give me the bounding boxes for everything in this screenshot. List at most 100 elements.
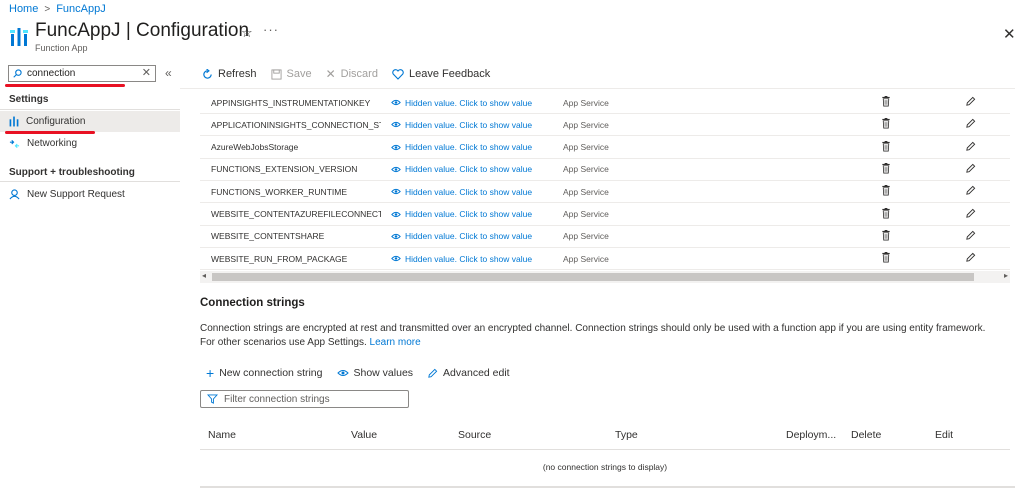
more-options-icon[interactable]: ··· xyxy=(263,22,279,37)
eye-icon xyxy=(391,189,401,195)
column-header-value[interactable]: Value xyxy=(351,429,377,441)
sidebar-item-configuration[interactable]: Configuration xyxy=(0,111,180,132)
eye-icon xyxy=(391,122,401,128)
column-header-source[interactable]: Source xyxy=(458,429,491,441)
delete-icon[interactable] xyxy=(881,96,891,107)
app-setting-source: App Service xyxy=(563,142,609,153)
hidden-value-link[interactable]: Hidden value. Click to show value xyxy=(391,120,532,130)
app-setting-name[interactable]: AzureWebJobsStorage xyxy=(211,142,381,152)
delete-icon[interactable] xyxy=(881,162,891,174)
connection-strings-description: Connection strings are encrypted at rest… xyxy=(200,322,1000,350)
filter-icon xyxy=(207,394,218,404)
leave-feedback-label: Leave Feedback xyxy=(408,68,491,80)
app-setting-row: FUNCTIONS_WORKER_RUNTIME Hidden value. Cl… xyxy=(200,181,1010,204)
show-values-button[interactable]: Show values xyxy=(336,367,413,379)
eye-icon xyxy=(336,370,349,376)
advanced-edit-label: Advanced edit xyxy=(443,367,510,379)
column-header-type[interactable]: Type xyxy=(615,429,638,441)
horizontal-scrollbar[interactable]: ◂ ▸ xyxy=(200,271,1010,283)
sidebar-item-label: Networking xyxy=(27,138,78,149)
hidden-value-text: Hidden value. Click to show value xyxy=(405,186,533,197)
edit-pencil-icon[interactable] xyxy=(965,252,976,263)
advanced-edit-button[interactable]: Advanced edit xyxy=(427,367,510,379)
sidebar-item-networking[interactable]: Networking xyxy=(0,133,180,154)
app-setting-source: App Service xyxy=(563,97,609,108)
sidebar-item-label: New Support Request xyxy=(27,189,125,200)
column-header-delete: Delete xyxy=(851,429,882,441)
delete-icon[interactable] xyxy=(881,229,891,241)
sidebar-search-input[interactable]: connection ✕ xyxy=(8,65,156,82)
sidebar-item-new-support-request[interactable]: New Support Request xyxy=(0,184,180,205)
divider xyxy=(180,88,1015,89)
discard-label: Discard xyxy=(340,68,378,80)
breadcrumb-current[interactable]: FuncAppJ xyxy=(56,3,106,15)
empty-table-message: (no connection strings to display) xyxy=(542,462,668,472)
eye-icon xyxy=(391,233,401,239)
configuration-icon xyxy=(9,116,19,127)
hidden-value-link[interactable]: Hidden value. Click to show value xyxy=(391,164,532,174)
close-icon[interactable]: ✕ xyxy=(1003,25,1015,43)
add-icon: + xyxy=(206,365,215,381)
refresh-label: Refresh xyxy=(218,68,257,80)
edit-pencil-icon[interactable] xyxy=(965,118,976,129)
app-setting-name[interactable]: APPINSIGHTS_INSTRUMENTATIONKEY xyxy=(211,98,381,108)
app-setting-source: App Service xyxy=(563,119,609,130)
leave-feedback-button[interactable]: Leave Feedback xyxy=(392,67,490,81)
clear-search-icon[interactable]: ✕ xyxy=(142,66,151,79)
hidden-value-link[interactable]: Hidden value. Click to show value xyxy=(391,254,532,264)
edit-pencil-icon[interactable] xyxy=(965,163,976,174)
hidden-value-link[interactable]: Hidden value. Click to show value xyxy=(391,231,532,241)
breadcrumb: Home > FuncAppJ xyxy=(9,3,106,15)
column-header-deployment[interactable]: Deploym... xyxy=(786,429,836,441)
app-setting-row: APPLICATIONINSIGHTS_CONNECTION_STRIN Hidd… xyxy=(200,114,1010,137)
filter-connection-strings-input[interactable]: Filter connection strings xyxy=(200,390,409,408)
delete-icon[interactable] xyxy=(881,207,891,219)
app-setting-name[interactable]: FUNCTIONS_EXTENSION_VERSION xyxy=(211,164,381,174)
scroll-right-icon[interactable]: ▸ xyxy=(1004,271,1008,280)
new-connection-string-button[interactable]: + New connection string xyxy=(206,365,323,381)
edit-pencil-icon[interactable] xyxy=(965,208,976,219)
sidebar-item-label: Configuration xyxy=(26,116,86,127)
breadcrumb-home[interactable]: Home xyxy=(9,3,38,15)
hidden-value-link[interactable]: Hidden value. Click to show value xyxy=(391,209,532,219)
section-title-support: Support + troubleshooting xyxy=(9,167,135,178)
learn-more-link[interactable]: Learn more xyxy=(370,337,421,348)
description-text: Connection strings are encrypted at rest… xyxy=(200,323,986,348)
save-button[interactable]: Save xyxy=(270,67,312,81)
app-setting-source: App Service xyxy=(563,231,609,242)
search-icon xyxy=(13,69,22,78)
hidden-value-link[interactable]: Hidden value. Click to show value xyxy=(391,98,532,108)
app-setting-name[interactable]: WEBSITE_CONTENTSHARE xyxy=(211,231,381,241)
hidden-value-link[interactable]: Hidden value. Click to show value xyxy=(391,142,532,152)
delete-icon[interactable] xyxy=(881,185,891,196)
delete-icon[interactable] xyxy=(881,118,891,129)
page-title: FuncAppJ | Configuration xyxy=(35,20,250,41)
app-setting-row: APPINSIGHTS_INSTRUMENTATIONKEY Hidden val… xyxy=(200,92,1010,114)
refresh-button[interactable]: Refresh xyxy=(202,67,257,81)
edit-pencil-icon[interactable] xyxy=(965,96,976,107)
search-value: connection xyxy=(27,68,76,79)
eye-icon xyxy=(391,144,401,150)
hidden-value-link[interactable]: Hidden value. Click to show value xyxy=(391,187,532,197)
app-setting-name[interactable]: WEBSITE_CONTENTAZUREFILECONNECTIONS xyxy=(211,209,381,219)
delete-icon[interactable] xyxy=(881,140,891,152)
heart-icon xyxy=(392,68,404,80)
edit-pencil-icon[interactable] xyxy=(965,185,976,196)
discard-button[interactable]: ✕ Discard xyxy=(326,67,378,81)
hidden-value-text: Hidden value. Click to show value xyxy=(405,142,533,153)
collapse-sidebar-icon[interactable]: « xyxy=(165,66,172,80)
new-connection-string-label: New connection string xyxy=(219,367,323,379)
hidden-value-text: Hidden value. Click to show value xyxy=(405,97,533,108)
app-setting-name[interactable]: FUNCTIONS_WORKER_RUNTIME xyxy=(211,187,381,197)
favorite-star-icon[interactable]: ☆ xyxy=(241,25,253,41)
app-setting-source: App Service xyxy=(563,186,609,197)
edit-pencil-icon[interactable] xyxy=(965,141,976,152)
delete-icon[interactable] xyxy=(881,252,891,263)
app-setting-name[interactable]: APPLICATIONINSIGHTS_CONNECTION_STRIN xyxy=(211,120,381,130)
scroll-left-icon[interactable]: ◂ xyxy=(202,271,206,280)
edit-pencil-icon[interactable] xyxy=(965,230,976,241)
scrollbar-thumb[interactable] xyxy=(212,273,974,281)
connection-strings-toolbar: + New connection string Show values Adva… xyxy=(206,365,510,381)
app-setting-name[interactable]: WEBSITE_RUN_FROM_PACKAGE xyxy=(211,254,381,264)
column-header-name[interactable]: Name xyxy=(208,429,236,441)
